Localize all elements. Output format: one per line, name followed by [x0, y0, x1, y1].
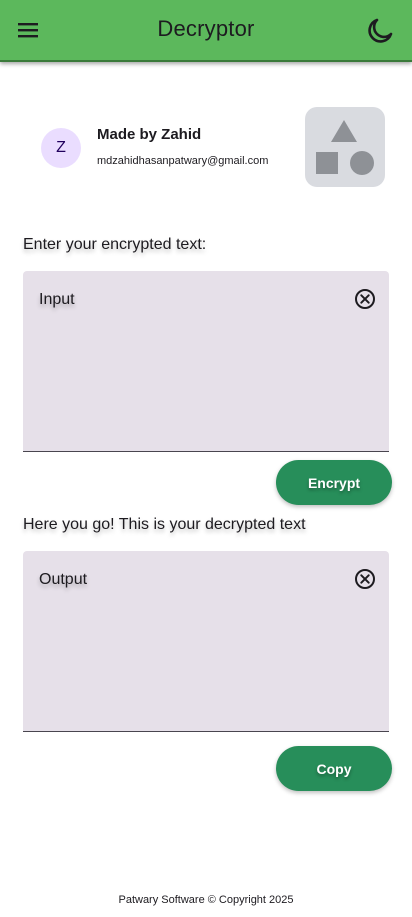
output-placeholder: Output — [39, 571, 88, 588]
profile-card: Z Made by Zahid mdzahidhasanpatwary@gmai… — [40, 107, 386, 187]
app-bar: Decryptor — [0, 0, 412, 62]
dark-mode-moon-icon[interactable] — [366, 17, 394, 45]
shapes-placeholder-icon — [305, 107, 385, 187]
author-email: mdzahidhasanpatwary@gmail.com — [97, 155, 269, 167]
output-field[interactable]: Output — [23, 551, 389, 732]
app-title: Decryptor — [157, 16, 255, 41]
input-placeholder: Input — [39, 291, 75, 308]
encrypt-button[interactable]: Encrypt — [276, 460, 392, 505]
input-label: Enter your encrypted text: — [23, 236, 207, 253]
output-label: Here you go! This is your decrypted text — [23, 516, 306, 533]
clear-input-icon[interactable] — [354, 288, 376, 310]
clear-output-icon[interactable] — [354, 568, 376, 590]
footer-copyright: Patwary Software © Copyright 2025 — [118, 894, 294, 906]
avatar: Z — [41, 128, 81, 168]
author-name: Made by Zahid — [97, 126, 202, 143]
copy-button[interactable]: Copy — [276, 746, 392, 791]
input-field[interactable]: Input — [23, 271, 389, 452]
